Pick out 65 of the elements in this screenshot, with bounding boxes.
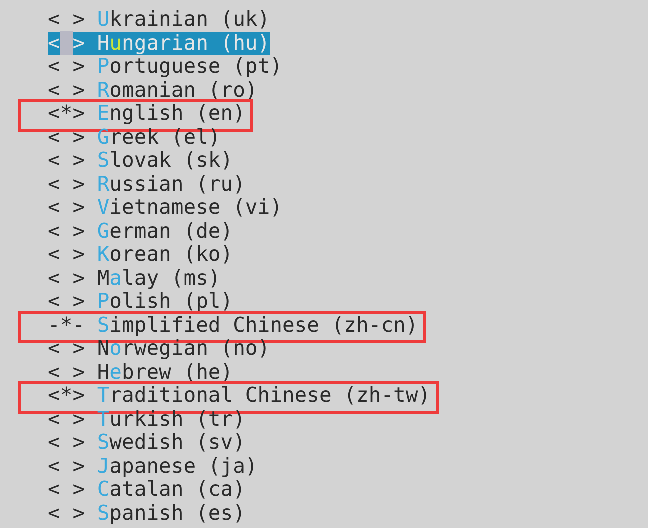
option-label: Hungarian (hu)	[97, 32, 270, 55]
option-label: Russian (ru)	[97, 172, 246, 196]
option-mark: < >	[48, 431, 86, 454]
option-mark: < >	[48, 196, 86, 220]
menu-item[interactable]: < > Ukrainian (uk)	[48, 8, 270, 32]
option-mark: <*>	[48, 384, 86, 408]
menu-item[interactable]: < > Korean (ko)	[48, 243, 234, 266]
menu-item[interactable]: < > Portuguese (pt)	[48, 55, 282, 78]
menu-item[interactable]: < > Slovak (sk)	[48, 149, 234, 172]
option-mark: < >	[48, 337, 86, 360]
option-label: Ukrainian (uk)	[97, 8, 270, 32]
option-label: Japanese (ja)	[97, 454, 258, 478]
option-mark: < >	[48, 8, 86, 32]
menu-item[interactable]: < > Malay (ms)	[48, 266, 221, 290]
menu-item[interactable]: < > Russian (ru)	[48, 172, 246, 196]
option-label: Traditional Chinese (zh-tw)	[97, 384, 431, 408]
menu-item[interactable]: <*> English (en)	[48, 102, 246, 126]
menu-item[interactable]: < > Turkish (tr)	[48, 408, 246, 431]
menu-item[interactable]: < > Catalan (ca)	[48, 478, 246, 502]
option-mark: < >	[48, 149, 86, 172]
option-mark: < >	[48, 126, 86, 149]
option-mark: < >	[48, 243, 86, 266]
option-label: Romanian (ro)	[97, 78, 258, 102]
menu-item[interactable]: < > German (de)	[48, 220, 234, 243]
option-label: Slovak (sk)	[97, 149, 234, 172]
option-mark: < >	[48, 408, 86, 431]
option-label: Malay (ms)	[97, 266, 221, 290]
option-mark: < >	[48, 478, 86, 502]
option-mark: < >	[48, 55, 86, 78]
menu-item[interactable]: < > Swedish (sv)	[48, 431, 246, 454]
option-mark: < >	[48, 502, 86, 525]
menu-item[interactable]: < > Romanian (ro)	[48, 78, 258, 102]
option-mark: < >	[48, 32, 86, 55]
option-mark: < >	[48, 78, 86, 102]
option-mark: < >	[48, 172, 86, 196]
menu-item[interactable]: < > Hebrew (he)	[48, 360, 234, 384]
option-label: English (en)	[97, 102, 246, 126]
option-label: Hebrew (he)	[97, 360, 234, 384]
option-label: Polish (pl)	[97, 290, 234, 314]
option-label: Korean (ko)	[97, 243, 234, 266]
option-label: German (de)	[97, 220, 234, 243]
option-mark: -*-	[48, 314, 86, 337]
option-label: No rwegian (no)	[97, 337, 270, 360]
menu-item[interactable]: < > No rwegian (no)	[48, 337, 270, 360]
option-mark: < >	[48, 290, 86, 314]
option-label: Catalan (ca)	[97, 478, 246, 502]
menu-item[interactable]: < > Spanish (es)	[48, 502, 246, 525]
option-mark: < >	[48, 454, 86, 478]
option-label: Simplified Chinese (zh-cn)	[97, 314, 418, 337]
option-label: Spanish (es)	[97, 502, 246, 525]
menu-item[interactable]: < > Vietnamese (vi)	[48, 196, 282, 220]
option-mark: < >	[48, 220, 86, 243]
option-label: Swedish (sv)	[97, 431, 246, 454]
option-mark: < >	[48, 266, 86, 290]
option-mark: < >	[48, 360, 86, 384]
menu-item[interactable]: < > Japanese (ja)	[48, 454, 258, 478]
menu-item[interactable]: < > Polish (pl)	[48, 290, 234, 314]
menu-item[interactable]: < > G reek (el)	[48, 126, 221, 149]
menu-item[interactable]: -*- Simplified Chinese (zh-cn)	[48, 314, 418, 337]
menu-item[interactable]: <*> Traditional Chinese (zh-tw)	[48, 384, 431, 408]
option-label: Vietnamese (vi)	[97, 196, 282, 220]
option-label: G reek (el)	[97, 126, 221, 149]
option-mark: <*>	[48, 102, 86, 126]
option-label: Portuguese (pt)	[97, 55, 282, 78]
option-label: Turkish (tr)	[97, 408, 246, 431]
